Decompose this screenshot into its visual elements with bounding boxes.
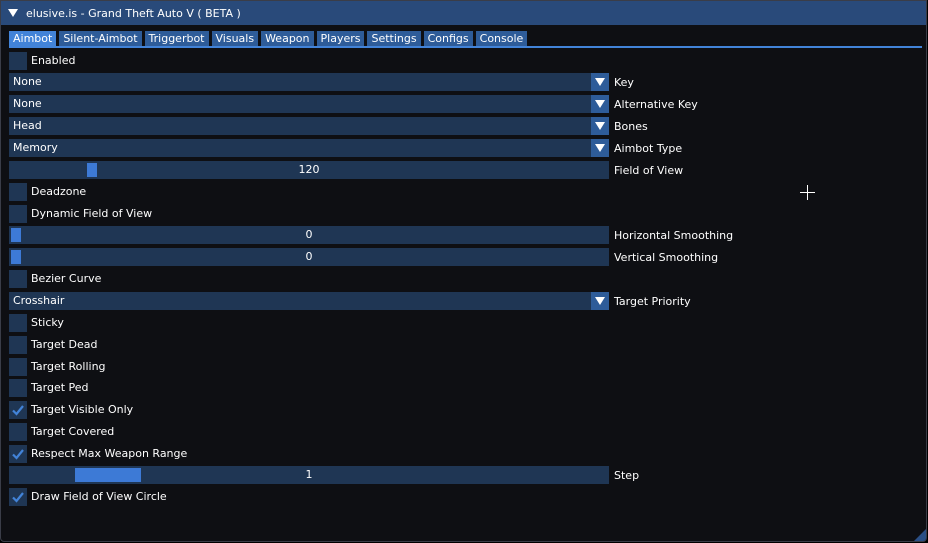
- main-window: elusive.is - Grand Theft Auto V ( BETA )…: [0, 0, 927, 542]
- title-bar[interactable]: elusive.is - Grand Theft Auto V ( BETA ): [1, 1, 926, 25]
- step-value: 1: [305, 468, 313, 481]
- key-value: None: [13, 75, 42, 88]
- dynamic-fov-label: Dynamic Field of View: [31, 207, 153, 220]
- h-smoothing-label: Horizontal Smoothing: [614, 229, 734, 242]
- tab-bar: Aimbot Silent-Aimbot Triggerbot Visuals …: [9, 31, 922, 46]
- enabled-label: Enabled: [31, 54, 76, 67]
- resize-grip-icon[interactable]: [914, 529, 926, 541]
- collapse-arrow-icon[interactable]: [8, 9, 18, 17]
- fov-slider[interactable]: 120: [9, 161, 609, 179]
- h-smoothing-value: 0: [305, 228, 313, 241]
- target-ped-checkbox[interactable]: [9, 379, 27, 397]
- tab-console[interactable]: Console: [475, 31, 528, 46]
- target-dead-label: Target Dead: [31, 338, 98, 351]
- aimbot-type-label: Aimbot Type: [614, 142, 683, 155]
- draw-fov-label: Draw Field of View Circle: [31, 490, 167, 503]
- tab-underline: [9, 46, 922, 48]
- deadzone-label: Deadzone: [31, 185, 87, 198]
- bones-value: Head: [13, 119, 42, 132]
- alt-key-value: None: [13, 97, 42, 110]
- bones-label: Bones: [614, 120, 648, 133]
- alt-key-label: Alternative Key: [614, 98, 698, 111]
- max-range-label: Respect Max Weapon Range: [31, 447, 188, 460]
- target-priority-value: Crosshair: [13, 294, 65, 307]
- step-label: Step: [614, 469, 640, 482]
- target-priority-combo[interactable]: Crosshair: [9, 292, 609, 310]
- h-smoothing-slider[interactable]: 0: [9, 226, 609, 244]
- bones-combo[interactable]: Head: [9, 117, 609, 135]
- sticky-checkbox[interactable]: [9, 314, 27, 332]
- chevron-down-icon[interactable]: [591, 73, 609, 91]
- tab-triggerbot[interactable]: Triggerbot: [144, 31, 209, 46]
- tab-weapon[interactable]: Weapon: [261, 31, 314, 46]
- checkmark-icon: [12, 492, 24, 503]
- chevron-down-icon[interactable]: [591, 117, 609, 135]
- checkmark-icon: [12, 449, 24, 460]
- alt-key-combo[interactable]: None: [9, 95, 609, 113]
- v-smoothing-slider[interactable]: 0: [9, 248, 609, 266]
- target-dead-checkbox[interactable]: [9, 336, 27, 354]
- tab-aimbot[interactable]: Aimbot: [9, 31, 57, 46]
- tab-configs[interactable]: Configs: [423, 31, 473, 46]
- crosshair-cursor-icon: [800, 185, 815, 200]
- deadzone-checkbox[interactable]: [9, 183, 27, 201]
- chevron-down-icon[interactable]: [591, 139, 609, 157]
- sticky-label: Sticky: [31, 316, 64, 329]
- enabled-checkbox[interactable]: [9, 52, 27, 70]
- v-smoothing-value: 0: [305, 250, 313, 263]
- target-ped-label: Target Ped: [31, 381, 89, 394]
- tab-silent-aimbot[interactable]: Silent-Aimbot: [59, 31, 142, 46]
- step-slider[interactable]: 1: [9, 466, 609, 484]
- v-smoothing-label: Vertical Smoothing: [614, 251, 719, 264]
- bezier-label: Bezier Curve: [31, 272, 102, 285]
- tab-players[interactable]: Players: [316, 31, 365, 46]
- bezier-checkbox[interactable]: [9, 270, 27, 288]
- key-combo[interactable]: None: [9, 73, 609, 91]
- target-visible-label: Target Visible Only: [31, 403, 134, 416]
- target-priority-label: Target Priority: [614, 295, 691, 308]
- max-range-checkbox[interactable]: [9, 445, 27, 463]
- fov-label: Field of View: [614, 164, 684, 177]
- tab-settings[interactable]: Settings: [367, 31, 421, 46]
- fov-value: 120: [298, 163, 320, 176]
- target-visible-checkbox[interactable]: [9, 401, 27, 419]
- target-covered-label: Target Covered: [31, 425, 115, 438]
- aimbot-type-value: Memory: [13, 141, 58, 154]
- target-covered-checkbox[interactable]: [9, 423, 27, 441]
- draw-fov-checkbox[interactable]: [9, 488, 27, 506]
- tab-visuals[interactable]: Visuals: [211, 31, 259, 46]
- dynamic-fov-checkbox[interactable]: [9, 205, 27, 223]
- target-rolling-label: Target Rolling: [31, 360, 106, 373]
- key-label: Key: [614, 76, 634, 89]
- target-rolling-checkbox[interactable]: [9, 358, 27, 376]
- chevron-down-icon[interactable]: [591, 292, 609, 310]
- chevron-down-icon[interactable]: [591, 95, 609, 113]
- aimbot-type-combo[interactable]: Memory: [9, 139, 609, 157]
- window-title: elusive.is - Grand Theft Auto V ( BETA ): [26, 6, 241, 20]
- checkmark-icon: [12, 405, 24, 416]
